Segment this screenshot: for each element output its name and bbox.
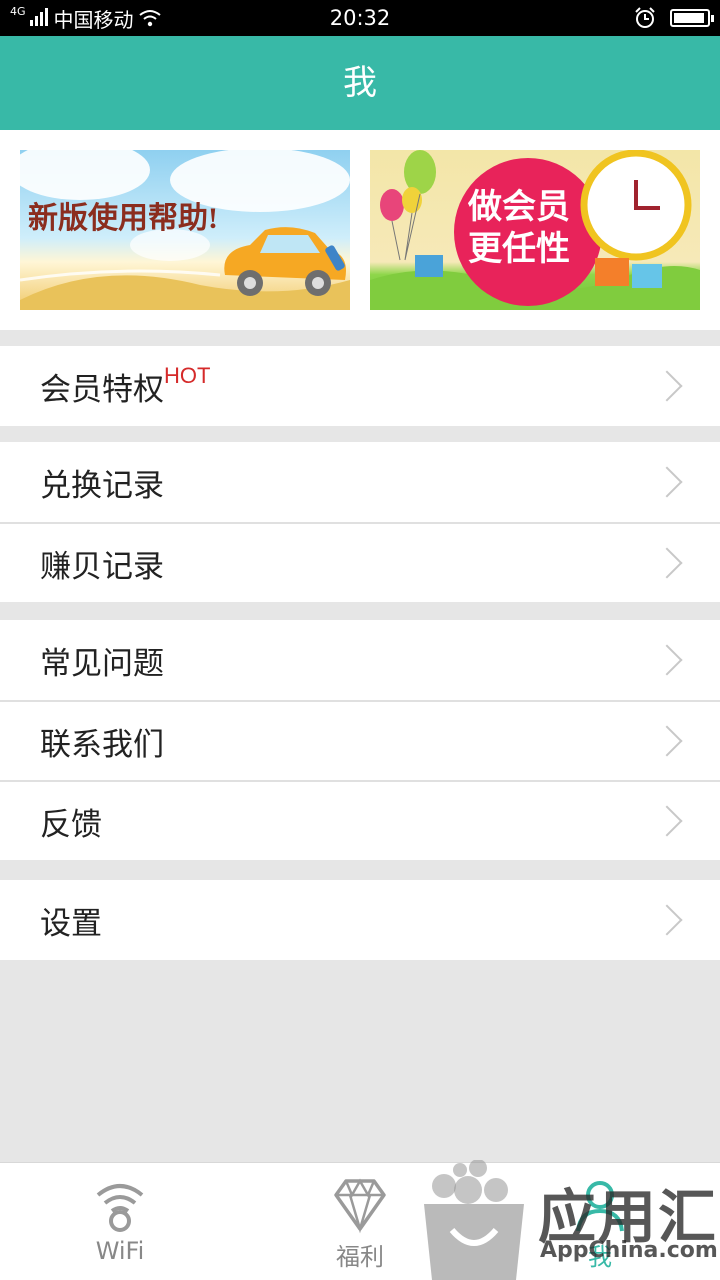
status-time: 20:32 xyxy=(329,6,391,30)
banner-help[interactable]: 新版使用帮助! xyxy=(20,150,350,310)
menu-item-exchange-record[interactable]: 兑换记录 xyxy=(0,442,720,522)
menu-group-settings: 设置 xyxy=(0,880,720,960)
menu-item-exchange-label: 兑换记录 xyxy=(40,467,164,504)
tab-welfare[interactable]: 福利 xyxy=(280,1163,440,1280)
chevron-right-icon xyxy=(651,370,683,402)
menu-item-contact[interactable]: 联系我们 xyxy=(0,700,720,780)
wifi-tab-icon xyxy=(96,1184,144,1232)
tab-wifi[interactable]: WiFi xyxy=(40,1163,200,1280)
banner-vip-line2: 更任性 xyxy=(468,229,570,269)
chevron-right-icon xyxy=(651,644,683,676)
chevron-right-icon xyxy=(651,904,683,936)
menu-item-faq[interactable]: 常见问题 xyxy=(0,620,720,700)
menu-item-earn-record[interactable]: 赚贝记录 xyxy=(0,522,720,602)
banner-area: 新版使用帮助! 做会员 更任性 xyxy=(0,130,720,330)
menu-item-earn-label: 赚贝记录 xyxy=(40,548,164,585)
bottom-tab-bar: WiFi 福利 我 xyxy=(0,1162,720,1280)
menu-item-vip[interactable]: 会员特权 HOT xyxy=(0,346,720,426)
menu-group-help: 常见问题 联系我们 反馈 xyxy=(0,620,720,860)
menu-item-vip-label: 会员特权 xyxy=(40,371,164,408)
status-bar: 4G 中国移动 20:32 xyxy=(0,0,720,36)
tab-me-label: 我 xyxy=(588,1243,612,1271)
chevron-right-icon xyxy=(651,547,683,579)
battery-icon xyxy=(670,9,714,27)
user-icon xyxy=(576,1181,624,1232)
banner-vip-line1: 做会员 xyxy=(467,187,570,227)
page-title: 我 xyxy=(0,36,720,130)
menu-item-contact-label: 联系我们 xyxy=(40,726,164,763)
diamond-icon xyxy=(334,1178,386,1234)
menu-group-records: 兑换记录 赚贝记录 xyxy=(0,442,720,602)
banner-help-text: 新版使用帮助! xyxy=(28,202,218,235)
banner-vip-art: 做会员 更任性 xyxy=(370,150,700,310)
alarm-icon xyxy=(635,7,655,28)
menu-item-feedback-label: 反馈 xyxy=(40,806,102,843)
menu-item-feedback[interactable]: 反馈 xyxy=(0,780,720,860)
banner-vip[interactable]: 做会员 更任性 xyxy=(370,150,700,310)
chevron-right-icon xyxy=(651,725,683,757)
chevron-right-icon xyxy=(651,805,683,837)
tab-welfare-label: 福利 xyxy=(336,1243,384,1271)
chevron-right-icon xyxy=(651,466,683,498)
banner-help-art: 新版使用帮助! xyxy=(20,150,350,310)
menu-item-settings-label: 设置 xyxy=(40,905,102,942)
status-right xyxy=(634,0,714,36)
menu-item-faq-label: 常见问题 xyxy=(40,645,164,682)
tab-me[interactable]: 我 xyxy=(520,1163,680,1280)
menu-group-vip: 会员特权 HOT xyxy=(0,346,720,426)
hot-badge: HOT xyxy=(164,363,211,388)
menu-item-settings[interactable]: 设置 xyxy=(0,880,720,960)
tab-wifi-label: WiFi xyxy=(95,1237,145,1265)
